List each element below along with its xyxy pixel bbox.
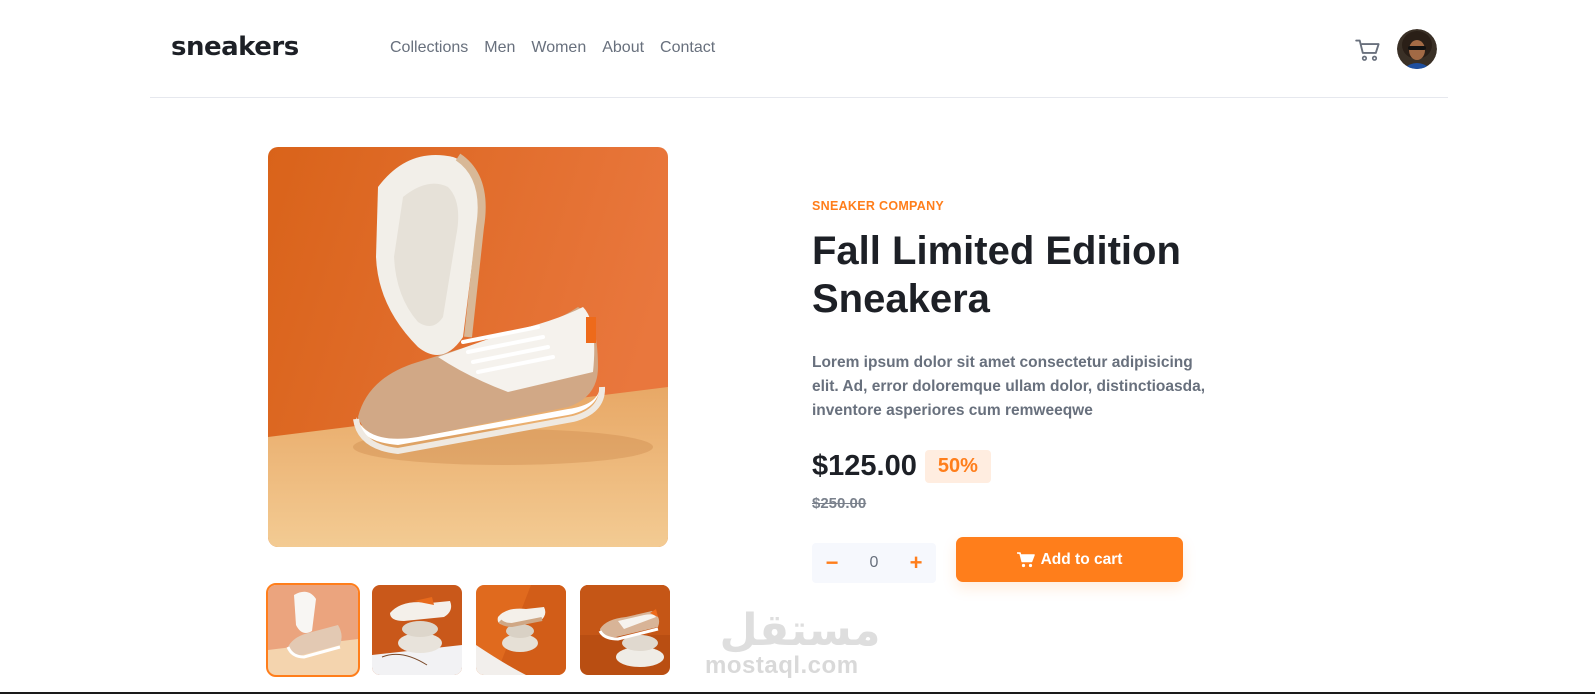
site-header: sneakers Collections Men Women About Con… — [150, 0, 1448, 98]
plus-button[interactable]: + — [908, 552, 924, 574]
thumbnail-gallery — [266, 583, 670, 677]
thumbnail-2[interactable] — [372, 585, 462, 675]
thumbnail-1[interactable] — [266, 583, 360, 677]
nav-women[interactable]: Women — [531, 39, 586, 57]
thumbnail-4[interactable] — [580, 585, 670, 675]
nav-contact[interactable]: Contact — [660, 39, 715, 57]
main-product-image[interactable] — [268, 147, 668, 547]
quantity-value[interactable]: 0 — [870, 554, 879, 572]
watermark-arabic: مستقل — [720, 605, 881, 656]
add-to-cart-button[interactable]: Add to cart — [956, 537, 1183, 582]
user-avatar[interactable] — [1397, 29, 1437, 69]
quantity-stepper: − 0 + — [812, 543, 936, 583]
current-price: $125.00 — [812, 450, 917, 482]
product-description: Lorem ipsum dolor sit amet consectetur a… — [812, 354, 1206, 419]
nav-about[interactable]: About — [602, 39, 644, 57]
nav-collections[interactable]: Collections — [390, 39, 468, 57]
logo[interactable]: sneakers — [171, 32, 299, 62]
company-name: SNEAKER COMPANY — [812, 199, 945, 213]
minus-button[interactable]: − — [824, 552, 840, 574]
discount-badge: 50% — [924, 450, 991, 483]
product-details: SNEAKER COMPANY Fall Limited Edition Sne… — [812, 199, 1232, 512]
main-nav: Collections Men Women About Contact — [390, 39, 715, 57]
original-price: $250.00 — [812, 495, 867, 512]
cart-icon[interactable] — [1355, 38, 1381, 62]
thumbnail-3[interactable] — [476, 585, 566, 675]
add-to-cart-label: Add to cart — [1040, 550, 1123, 568]
nav-men[interactable]: Men — [484, 39, 515, 57]
product-title: Fall Limited Edition Sneakera — [812, 229, 1181, 321]
price-row: $125.00 50% — [812, 450, 1232, 483]
watermark-text: mostaql.com — [705, 652, 859, 679]
cart-icon — [1016, 551, 1035, 567]
